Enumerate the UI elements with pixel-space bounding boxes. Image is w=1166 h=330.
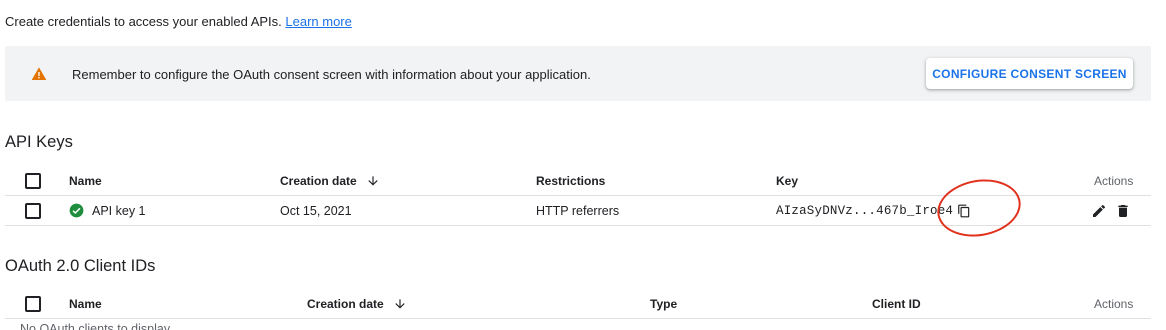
column-actions: Actions bbox=[1094, 173, 1134, 188]
column-creation-date[interactable]: Creation date bbox=[280, 166, 380, 195]
api-keys-title: API Keys bbox=[5, 133, 73, 151]
api-key-name-cell[interactable]: API key 1 bbox=[69, 196, 146, 225]
consent-banner: Remember to configure the OAuth consent … bbox=[5, 46, 1151, 101]
oauth-empty-text: No OAuth clients to display bbox=[20, 322, 171, 330]
oauth-column-actions: Actions bbox=[1094, 296, 1134, 311]
api-key-restrictions: HTTP referrers bbox=[536, 203, 620, 218]
table-row: API key 1 Oct 15, 2021 HTTP referrers AI… bbox=[5, 196, 1151, 226]
copy-icon[interactable] bbox=[957, 204, 971, 218]
oauth-column-client-id: Client ID bbox=[872, 296, 921, 311]
edit-icon[interactable] bbox=[1091, 203, 1107, 219]
intro-label: Create credentials to access your enable… bbox=[5, 14, 282, 29]
banner-message: Remember to configure the OAuth consent … bbox=[72, 67, 591, 82]
column-key: Key bbox=[776, 173, 799, 188]
api-key-name: API key 1 bbox=[92, 203, 146, 218]
api-key-created: Oct 15, 2021 bbox=[280, 203, 352, 218]
credentials-page: Create credentials to access your enable… bbox=[0, 0, 1166, 330]
oauth-column-type: Type bbox=[650, 296, 678, 311]
arrow-down-icon bbox=[393, 297, 407, 311]
delete-icon[interactable] bbox=[1115, 203, 1131, 219]
warning-icon bbox=[31, 66, 47, 82]
oauth-column-name[interactable]: Name bbox=[69, 289, 102, 318]
row-checkbox[interactable] bbox=[25, 203, 41, 219]
oauth-title: OAuth 2.0 Client IDs bbox=[5, 257, 156, 275]
column-creation-date-label: Creation date bbox=[280, 173, 357, 188]
intro-text: Create credentials to access your enable… bbox=[5, 14, 352, 29]
column-restrictions: Restrictions bbox=[536, 173, 606, 188]
configure-consent-screen-button[interactable]: CONFIGURE CONSENT SCREEN bbox=[926, 58, 1133, 89]
arrow-down-icon bbox=[366, 174, 380, 188]
check-circle-icon bbox=[69, 203, 84, 218]
api-key-value: AIzaSyDNVz...467b_Iroe4 bbox=[776, 203, 954, 218]
api-keys-header-row: Name Creation date Restrictions Key Acti… bbox=[5, 166, 1151, 196]
oauth-header-row: Name Creation date Type Client ID Action… bbox=[5, 289, 1151, 319]
select-all-checkbox[interactable] bbox=[25, 173, 41, 189]
oauth-column-creation-date[interactable]: Creation date bbox=[307, 289, 407, 318]
column-name[interactable]: Name bbox=[69, 166, 102, 195]
oauth-select-all-checkbox[interactable] bbox=[25, 296, 41, 312]
learn-more-link[interactable]: Learn more bbox=[285, 14, 351, 29]
api-key-actions bbox=[1091, 196, 1131, 225]
api-key-value-cell: AIzaSyDNVz...467b_Iroe4 bbox=[776, 196, 971, 225]
oauth-column-creation-date-label: Creation date bbox=[307, 296, 384, 311]
